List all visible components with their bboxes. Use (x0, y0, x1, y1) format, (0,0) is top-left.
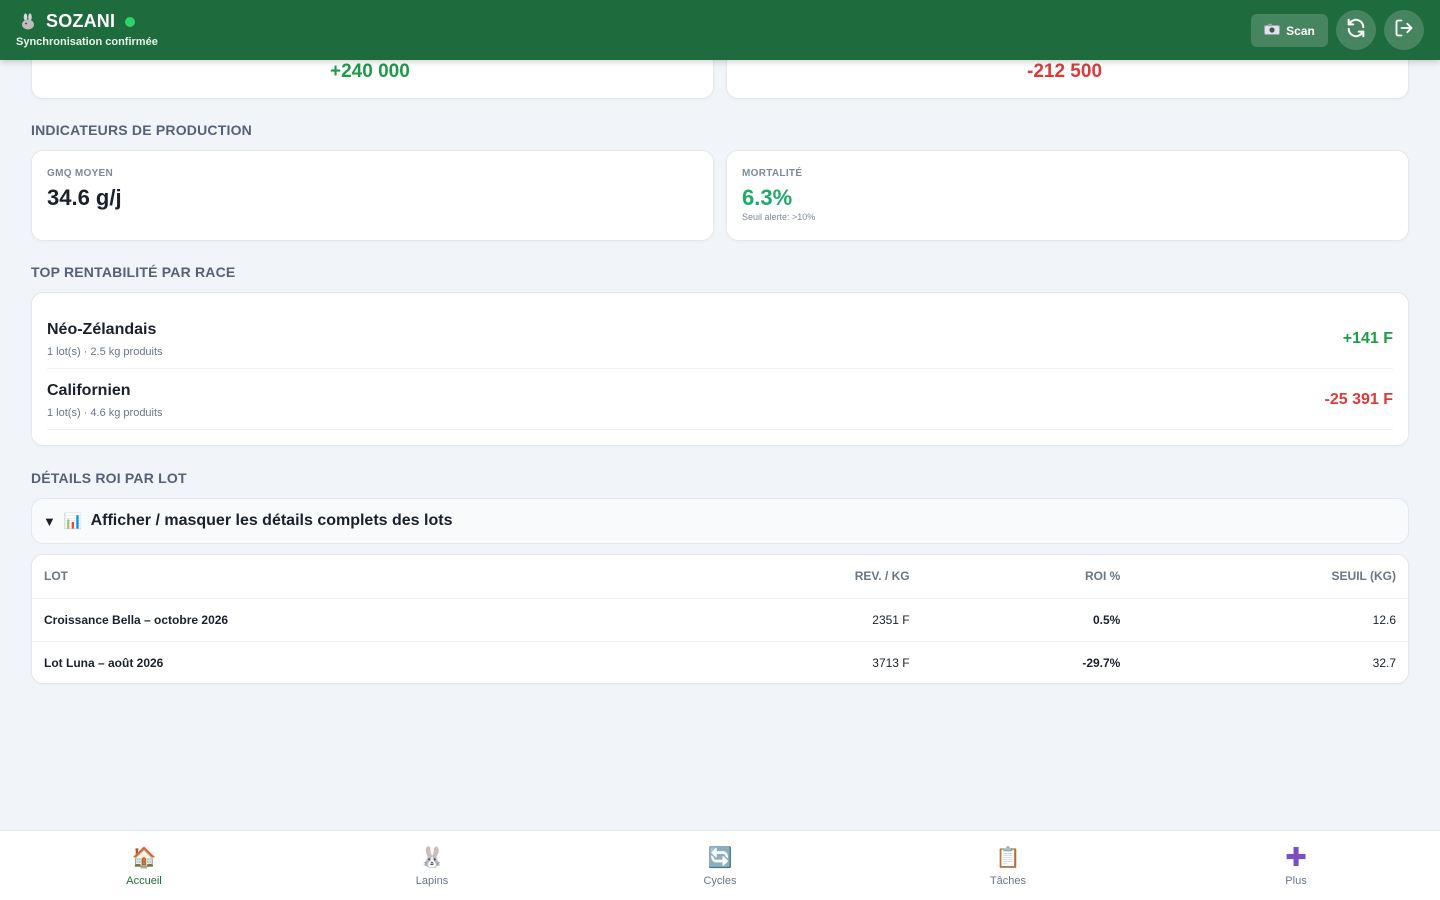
cycle-icon: 🔄 (707, 846, 733, 869)
race-meta: 1 lot(s) · 4.6 kg produits (47, 407, 163, 419)
rev-kg-cell: 2351 F (511, 598, 922, 642)
section-title-roi: DÉTAILS ROI PAR LOT (31, 470, 187, 486)
nav-label: Cycles (703, 875, 737, 887)
roi-table-card: LOT REV. / KG ROI % SEUIL (KG) Croissanc… (31, 554, 1409, 684)
race-row: Californien 1 lot(s) · 4.6 kg produits -… (47, 369, 1393, 430)
clipboard-icon: 📋 (995, 846, 1021, 869)
bottom-nav: 🏠 Accueil 🐰 Lapins 🔄 Cycles 📋 Tâches ✚ P… (0, 830, 1440, 900)
app-name: SOZANI (46, 11, 116, 31)
nav-item-accueil[interactable]: 🏠 Accueil (0, 831, 288, 900)
roi-cell: 0.5% (921, 598, 1133, 642)
kpi-label-mortality: MORTALITÉ (742, 168, 803, 179)
kpi-value-gmq: 34.6 g/j (47, 185, 122, 210)
race-meta: 1 lot(s) · 2.5 kg produits (47, 346, 163, 358)
summary-revenue-value: +240 000 (330, 61, 410, 82)
table-row: Lot Luna – août 2026 3713 F -29.7% 32.7 (32, 641, 1408, 683)
kpi-note-mortality: Seuil alerte: >10% (742, 212, 816, 222)
column-header-lot: LOT (32, 555, 512, 599)
kpi-label-gmq: GMQ MOYEN (47, 168, 114, 179)
top-race-card: Néo-Zélandais 1 lot(s) · 2.5 kg produits… (31, 292, 1409, 446)
kpi-card-gmq: GMQ MOYEN 34.6 g/j (31, 150, 714, 241)
plus-icon: ✚ (1285, 841, 1307, 872)
table-row: Croissance Bella – octobre 2026 2351 F 0… (32, 598, 1408, 642)
rev-kg-cell: 3713 F (872, 655, 910, 670)
table-header-row: LOT REV. / KG ROI % SEUIL (KG) (32, 555, 1408, 599)
home-icon: 🏠 (131, 846, 157, 869)
section-title-top-race: TOP RENTABILITÉ PAR RACE (31, 264, 236, 280)
bar-chart-icon: 📊 (63, 513, 83, 530)
kpi-card-mortality: MORTALITÉ 6.3% Seuil alerte: >10% (726, 150, 1409, 241)
seuil-cell: 32.7 (1372, 655, 1396, 670)
refresh-icon (1345, 17, 1367, 44)
nav-label: Accueil (126, 875, 162, 887)
column-header-seuil: SEUIL (KG) (1132, 555, 1408, 599)
race-name: Néo-Zélandais (47, 321, 157, 338)
nav-label: Lapins (415, 875, 449, 887)
nav-item-lapins[interactable]: 🐰 Lapins (288, 831, 576, 900)
column-header-rev-kg: REV. / KG (511, 555, 922, 599)
sync-status-text: Synchronisation confirmée (16, 36, 158, 48)
scan-button[interactable]: Scan (1251, 14, 1328, 47)
race-profit-value: +141 F (1342, 330, 1393, 347)
summary-result-value: -212 500 (1027, 61, 1103, 82)
race-row: Néo-Zélandais 1 lot(s) · 2.5 kg produits… (47, 308, 1393, 369)
roi-details-toggle[interactable]: ▼ 📊 Afficher / masquer les détails compl… (31, 498, 1409, 544)
scan-label: Scan (1286, 23, 1315, 38)
app-header: SOZANI Synchronisation confirmée Scan (0, 0, 1440, 60)
roi-cell: -29.7% (1082, 655, 1121, 670)
refresh-button[interactable] (1336, 10, 1376, 50)
logout-button[interactable] (1384, 10, 1424, 50)
camera-icon (1264, 23, 1281, 38)
nav-label: Tâches (989, 875, 1027, 887)
nav-item-cycles[interactable]: 🔄 Cycles (576, 831, 864, 900)
roi-table: LOT REV. / KG ROI % SEUIL (KG) Croissanc… (32, 555, 1408, 683)
logout-icon (1394, 18, 1414, 43)
roi-toggle-label: Afficher / masquer les détails complets … (90, 512, 453, 529)
seuil-cell: 12.6 (1132, 598, 1408, 642)
race-profit-value: -25 391 F (1324, 391, 1393, 408)
kpi-value-mortality: 6.3% (742, 185, 793, 210)
nav-label: Plus (1285, 875, 1307, 887)
lot-name-cell: Croissance Bella – octobre 2026 (32, 598, 512, 642)
rabbit-icon: 🐰 (419, 846, 445, 869)
rabbit-icon (18, 12, 38, 32)
brand: SOZANI (18, 11, 136, 32)
lot-name-cell: Lot Luna – août 2026 (44, 655, 164, 670)
column-header-roi: ROI % (921, 555, 1133, 599)
race-name: Californien (47, 382, 131, 399)
nav-item-plus[interactable]: ✚ Plus (1152, 831, 1440, 900)
section-title-production: INDICATEURS DE PRODUCTION (31, 122, 252, 138)
disclosure-triangle-icon: ▼ (43, 513, 56, 529)
nav-item-taches[interactable]: 📋 Tâches (864, 831, 1152, 900)
sync-status-dot (125, 16, 136, 27)
